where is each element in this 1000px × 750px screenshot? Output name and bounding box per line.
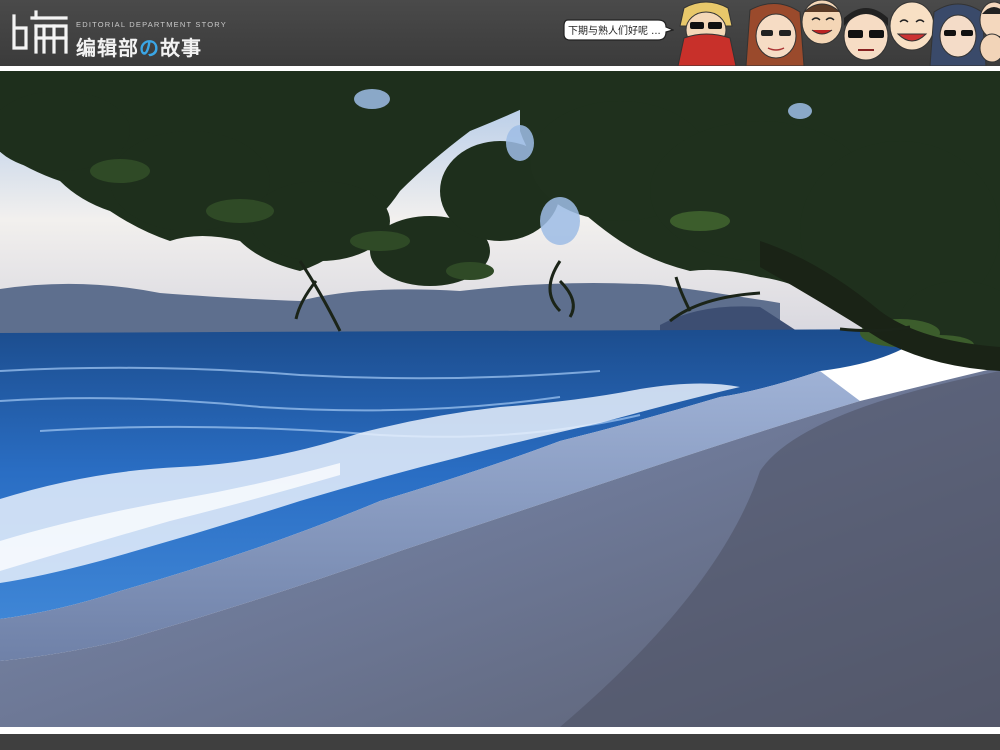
site-header: EDITORIAL DEPARTMENT STORY 编辑部の故事 下期与熟人们… [0, 0, 1000, 66]
beach-photo [0, 71, 1000, 727]
logo-icon[interactable] [10, 8, 70, 56]
logo-title-accent: の [139, 36, 160, 60]
footer-divider [0, 727, 1000, 734]
logo-subtitle: EDITORIAL DEPARTMENT STORY [76, 20, 227, 29]
logo-title[interactable]: 编辑部の故事 [76, 32, 202, 61]
cartoon-faces-icon [677, 0, 1000, 66]
site-footer [0, 734, 1000, 750]
logo-title-main: 编辑部 [76, 36, 139, 60]
logo-title-end: 故事 [160, 36, 202, 60]
beach-photo-image [0, 71, 1000, 727]
speech-bubble-text: 下期与熟人们好呢 ... [568, 26, 661, 37]
